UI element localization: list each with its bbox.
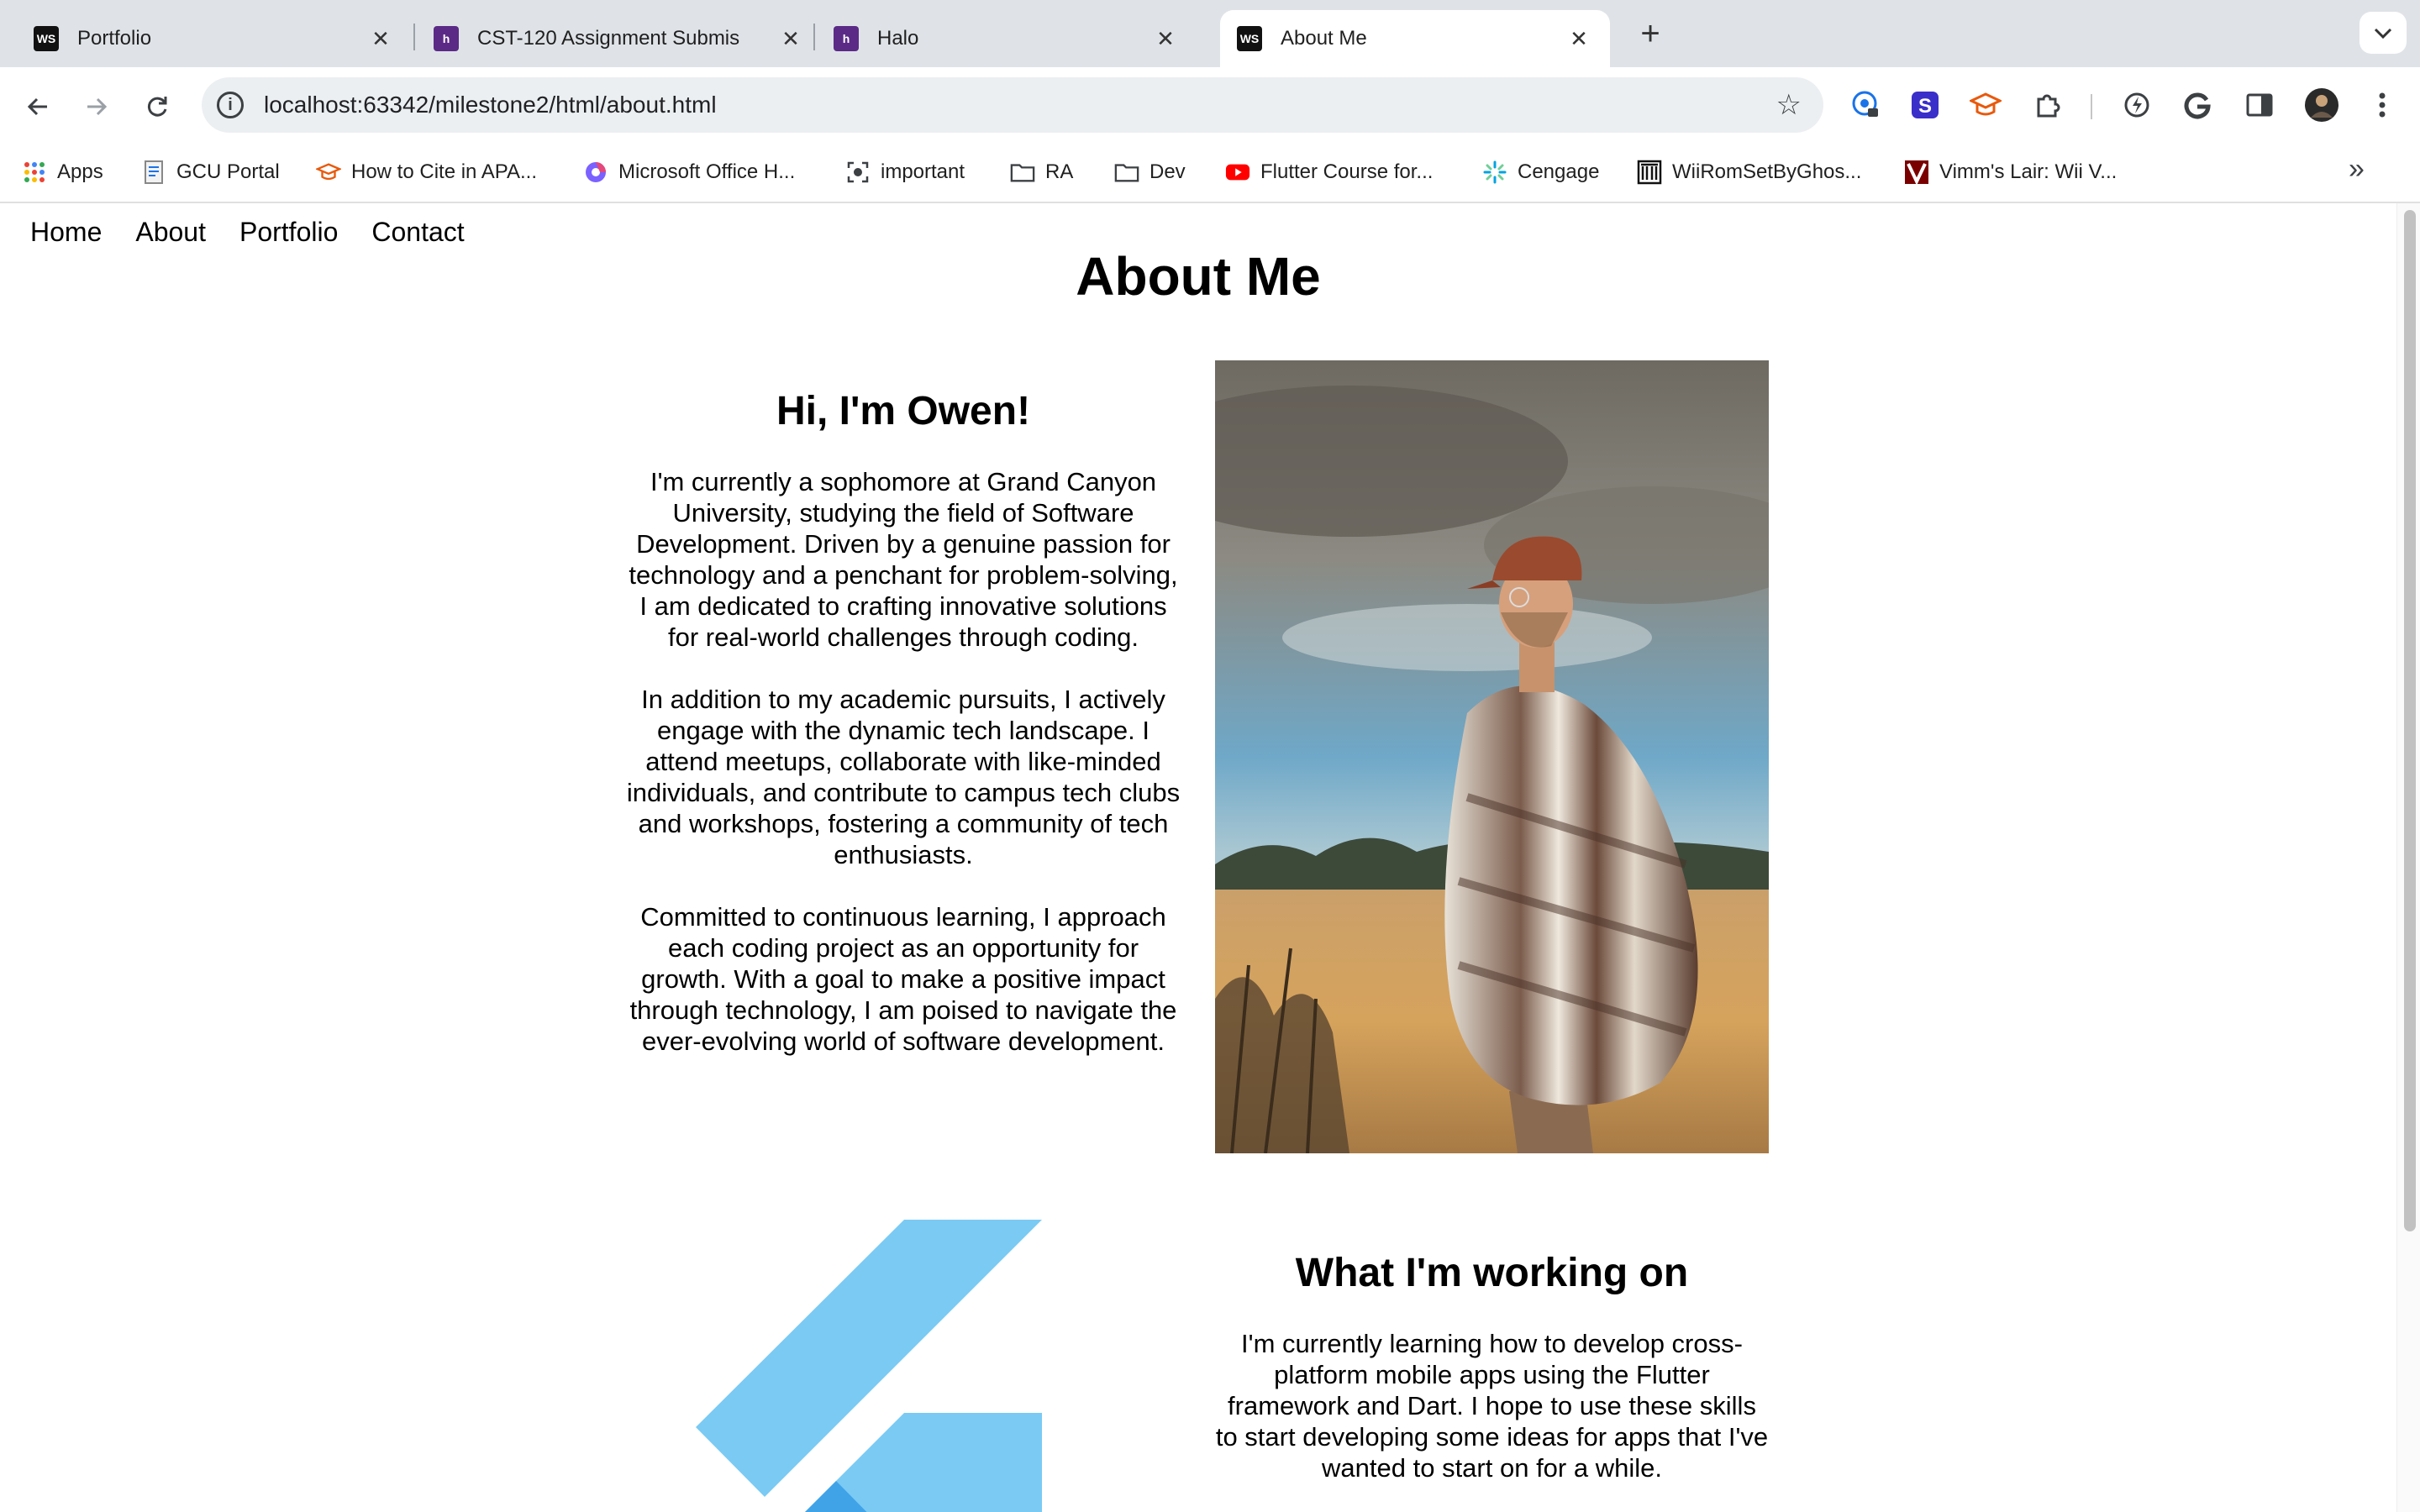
- bookmark-folder-ra[interactable]: RA: [1010, 143, 1073, 202]
- nav-portfolio-link[interactable]: Portfolio: [239, 217, 338, 248]
- scrollbar-thumb[interactable]: [2404, 210, 2416, 1231]
- site-info-icon[interactable]: i: [217, 92, 244, 118]
- nav-about-link[interactable]: About: [135, 217, 206, 248]
- bookmark-label: Vimm's Lair: Wii V...: [1939, 160, 2118, 183]
- bookmark-label: Cengage: [1518, 160, 1600, 183]
- page-viewport: Home About Portfolio Contact About Me Hi…: [0, 203, 2396, 1512]
- halo-icon: h: [434, 26, 459, 51]
- ws-icon: WS: [1237, 26, 1262, 51]
- bookmark-label: WiiRomSetByGhos...: [1672, 160, 1862, 183]
- flutter-logo-icon: [696, 1220, 1042, 1512]
- bookmark-label: GCU Portal: [176, 160, 280, 183]
- back-button[interactable]: [17, 84, 59, 126]
- extension-s-icon[interactable]: S: [1906, 86, 1944, 124]
- folder-icon: [1010, 160, 1035, 185]
- bookmark-how-to-cite[interactable]: How to Cite in APA...: [316, 143, 537, 202]
- document-icon: [141, 160, 166, 185]
- nav-home-link[interactable]: Home: [30, 217, 102, 248]
- chevron-down-icon: [2374, 29, 2392, 39]
- forward-button[interactable]: [76, 84, 118, 126]
- tab-title: Halo: [877, 27, 919, 50]
- page-title: About Me: [1076, 246, 1321, 307]
- tab-portfolio[interactable]: WS Portfolio ✕: [0, 10, 412, 67]
- url-text[interactable]: localhost:63342/milestone2/html/about.ht…: [264, 77, 717, 133]
- side-panel-icon[interactable]: [2240, 86, 2279, 124]
- close-icon[interactable]: ✕: [1153, 26, 1178, 52]
- reload-button[interactable]: [136, 84, 178, 126]
- bookmark-vimms-lair[interactable]: Vimm's Lair: Wii V...: [1904, 143, 2117, 202]
- bookmark-star-icon[interactable]: ☆: [1776, 77, 1802, 133]
- profile-photo: [1215, 360, 1769, 1153]
- intro-paragraph: In addition to my academic pursuits, I a…: [626, 685, 1181, 869]
- folder-icon: [1114, 160, 1139, 185]
- intro-paragraph: I'm currently a sophomore at Grand Canyo…: [629, 467, 1178, 652]
- back-arrow-icon: [27, 97, 47, 116]
- bookmark-label: Flutter Course for...: [1260, 160, 1434, 183]
- site-nav: Home About Portfolio Contact: [30, 217, 465, 248]
- tab-search-button[interactable]: [2360, 12, 2407, 54]
- graduation-cap-icon: [316, 160, 341, 185]
- extensions-puzzle-icon[interactable]: [2028, 86, 2067, 124]
- toolbar-separator: [2091, 94, 2092, 119]
- vimm-icon: [1904, 160, 1929, 185]
- bookmark-important[interactable]: important: [845, 143, 965, 202]
- more-bookmarks-chevron-icon[interactable]: »: [2349, 153, 2365, 186]
- bookmark-label: important: [881, 160, 965, 183]
- close-icon[interactable]: ✕: [1566, 26, 1591, 52]
- bookmark-flutter-course[interactable]: Flutter Course for...: [1225, 143, 1433, 202]
- bookmarks-bar: Apps GCU Portal How to Cite in APA... Mi…: [0, 143, 2420, 203]
- performance-icon[interactable]: [2118, 86, 2156, 124]
- tab-about-me[interactable]: WS About Me ✕: [1220, 10, 1610, 67]
- bookmark-gcu-portal[interactable]: GCU Portal: [141, 143, 280, 202]
- close-icon[interactable]: ✕: [778, 26, 803, 52]
- graduation-cap-extension-icon[interactable]: [1966, 86, 2005, 124]
- profile-avatar[interactable]: [2302, 86, 2341, 124]
- halo-icon: h: [834, 26, 859, 51]
- tab-cst-120-assignment[interactable]: h CST-120 Assignment Submis ✕: [415, 10, 822, 67]
- new-tab-button[interactable]: +: [1630, 15, 1670, 55]
- nav-contact-link[interactable]: Contact: [371, 217, 464, 248]
- bookmark-label: Dev: [1150, 160, 1186, 183]
- close-icon[interactable]: ✕: [368, 26, 393, 52]
- ws-icon: WS: [34, 26, 59, 51]
- password-manager-icon[interactable]: [1847, 86, 1886, 124]
- bookmark-label: Apps: [57, 160, 103, 183]
- bookmark-label: RA: [1045, 160, 1074, 183]
- browser-toolbar: i localhost:63342/milestone2/html/about.…: [0, 67, 2420, 143]
- cengage-icon: [1482, 160, 1507, 185]
- intro-paragraph: Committed to continuous learning, I appr…: [629, 902, 1177, 1056]
- working-on-section: What I'm working on I'm currently learni…: [1215, 1250, 1769, 1512]
- tab-halo[interactable]: h Halo ✕: [815, 10, 1197, 67]
- working-on-heading: What I'm working on: [1295, 1251, 1689, 1295]
- archive-icon: [1637, 160, 1662, 185]
- bookmark-label: Microsoft Office H...: [618, 160, 796, 183]
- tab-title: Portfolio: [77, 27, 152, 50]
- svg-text:S: S: [1918, 95, 1932, 118]
- youtube-icon: [1225, 160, 1250, 185]
- address-bar[interactable]: i localhost:63342/milestone2/html/about.…: [202, 77, 1823, 133]
- grammarly-icon[interactable]: [2178, 86, 2217, 124]
- tab-title: CST-120 Assignment Submis: [477, 27, 740, 50]
- intro-section: Hi, I'm Owen! I'm currently a sophomore …: [622, 388, 1185, 1088]
- bookmark-cengage[interactable]: Cengage: [1482, 143, 1599, 202]
- reload-icon: [147, 97, 167, 117]
- intro-heading: Hi, I'm Owen!: [776, 389, 1031, 433]
- bookmark-label: How to Cite in APA...: [351, 160, 537, 183]
- capture-icon: [845, 160, 871, 185]
- office-icon: [583, 160, 608, 185]
- bookmark-wiiromset[interactable]: WiiRomSetByGhos...: [1637, 143, 1861, 202]
- tab-title: About Me: [1281, 27, 1367, 50]
- apps-grid-icon: [22, 160, 47, 185]
- browser-tab-strip: WS Portfolio ✕ h CST-120 Assignment Subm…: [0, 0, 2420, 67]
- more-options-icon[interactable]: [2363, 86, 2402, 124]
- bookmark-folder-dev[interactable]: Dev: [1114, 143, 1186, 202]
- bookmark-microsoft-office[interactable]: Microsoft Office H...: [583, 143, 795, 202]
- page-scrollbar[interactable]: [2396, 203, 2420, 1512]
- bookmark-apps[interactable]: Apps: [22, 143, 103, 202]
- forward-arrow-icon: [87, 97, 108, 116]
- working-on-paragraph: I'm currently learning how to develop cr…: [1215, 1329, 1769, 1483]
